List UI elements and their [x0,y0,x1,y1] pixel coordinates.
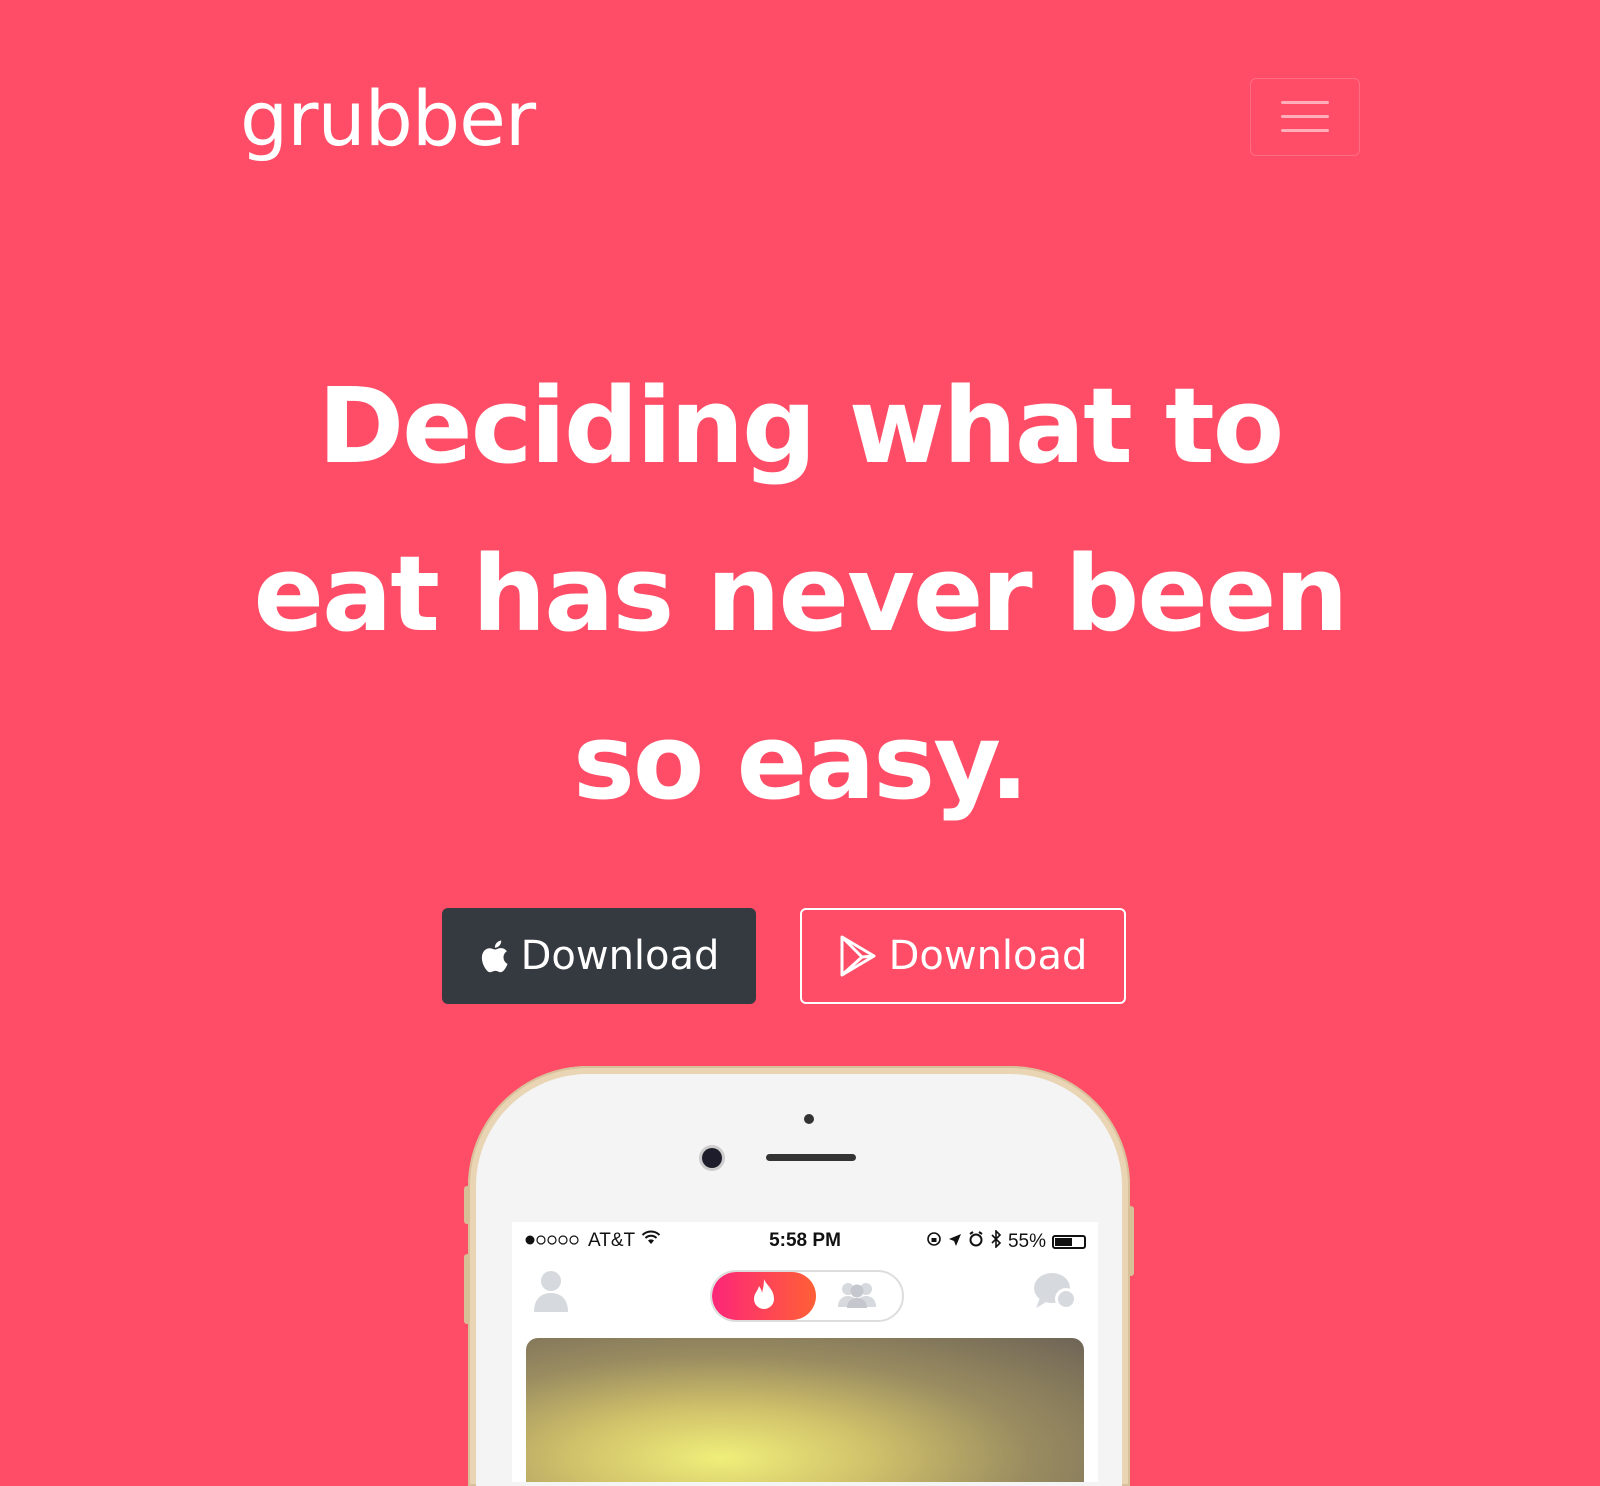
rotation-lock-icon [926,1231,942,1253]
earpiece-speaker [766,1154,856,1161]
hero-headline: Deciding what to eat has never been so e… [253,365,1349,823]
location-icon [948,1231,962,1253]
tab-swipe[interactable] [712,1272,816,1320]
phone-volume-button [464,1254,470,1324]
phone-body: AT&T 5:58 PM 55% [476,1074,1122,1486]
profile-icon[interactable] [532,1268,570,1319]
menu-toggle-button[interactable] [1250,78,1360,156]
navbar: grubber [240,78,1360,160]
app-nav [512,1264,1098,1324]
flame-icon [750,1277,778,1316]
battery-percent: 55% [1007,1231,1046,1252]
tab-group[interactable] [812,1272,902,1320]
food-card-image[interactable] [526,1338,1084,1482]
battery-fill [1055,1238,1072,1246]
proximity-sensor [804,1114,814,1124]
apple-icon [479,938,509,974]
alarm-icon [968,1231,984,1253]
front-camera [702,1148,722,1168]
phone-mockup: AT&T 5:58 PM 55% [464,1066,1134,1486]
battery-icon [1052,1235,1086,1249]
android-download-label: Download [888,933,1088,979]
bluetooth-icon [990,1229,1002,1254]
ios-download-label: Download [520,933,720,979]
phone-power-button [1128,1206,1134,1276]
hamburger-icon [1280,98,1330,136]
play-store-icon [839,935,877,977]
phone-side-button [464,1186,470,1224]
status-right: 55% [926,1229,1086,1254]
android-download-button[interactable]: Download [800,908,1126,1004]
mode-toggle[interactable] [710,1270,904,1322]
brand-logo[interactable]: grubber [240,78,536,160]
ios-download-button[interactable]: Download [442,908,756,1004]
group-icon [836,1280,878,1313]
status-bar: AT&T 5:58 PM 55% [512,1222,1098,1258]
chat-icon[interactable] [1032,1270,1080,1319]
phone-screen: AT&T 5:58 PM 55% [512,1222,1098,1482]
